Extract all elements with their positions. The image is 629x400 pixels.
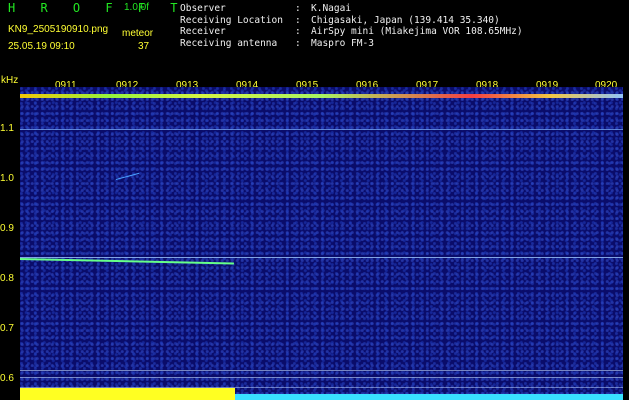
app-logo: H R O F F T (8, 1, 187, 15)
reference-line (20, 370, 623, 371)
datetime-label: 25.05.19 09:10 (8, 41, 75, 52)
freq-tick: 1.1 (0, 123, 14, 134)
freq-tick: 0.6 (0, 373, 14, 384)
reference-line (20, 377, 623, 378)
meta-row-antenna: Receiving antenna : Maspro FM-3 (180, 38, 523, 50)
meta-key: Receiving antenna (180, 37, 278, 49)
meteor-trace-small (115, 172, 140, 180)
freq-tick: 0.7 (0, 323, 14, 334)
meta-key: Receiving Location (180, 14, 283, 26)
meteor-count: 37 (138, 41, 150, 52)
carrier-line-0-84khz (20, 257, 623, 258)
freq-tick: 0.9 (0, 223, 14, 234)
meta-key: Observer (180, 3, 226, 14)
meta-sep: : (295, 3, 301, 14)
meta-value: Chigasaki, Japan (139.414 35.340) (311, 14, 500, 26)
meta-sep: : (295, 37, 301, 49)
meteor-trace (20, 258, 234, 265)
freq-tick: 0.8 (0, 273, 14, 284)
spectrogram-canvas[interactable] (20, 87, 623, 400)
meta-row-receiver: Receiver : AirSpy mini (Miakejima VOR 10… (180, 26, 523, 38)
freq-tick: 1.0 (0, 173, 14, 184)
meta-sep: : (295, 14, 301, 26)
header: H R O F F T 1.0.0f KN9_2505190910.png me… (0, 0, 629, 78)
meteor-label: meteor (122, 28, 154, 39)
meta-value: Maspro FM-3 (311, 37, 374, 49)
top-signal-band (20, 94, 623, 98)
meta-key: Receiver (180, 26, 226, 37)
meta-row-observer: Observer : K.Nagai (180, 3, 523, 15)
meta-value: K.Nagai (311, 3, 352, 14)
power-bar-yellow (20, 388, 235, 400)
power-bar-cyan (235, 394, 623, 400)
meta-value: AirSpy mini (Miakejima VOR 108.65MHz) (311, 26, 523, 37)
meta-sep: : (295, 26, 301, 37)
y-axis-unit: kHz (1, 75, 19, 86)
version-label: 1.0.0f (124, 2, 150, 13)
metadata-table: Observer : K.Nagai Receiving Location : … (180, 3, 523, 49)
meta-row-location: Receiving Location : Chigasaki, Japan (1… (180, 15, 523, 27)
filename-label: KN9_2505190910.png (8, 24, 109, 35)
carrier-line-1-1khz (20, 129, 623, 130)
